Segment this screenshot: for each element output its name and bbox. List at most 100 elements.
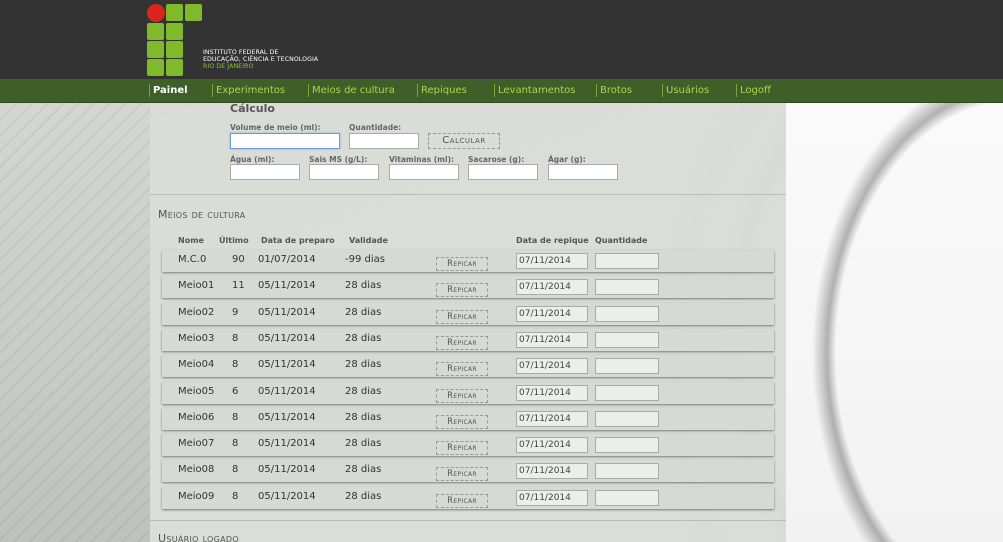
quantidade-row-input[interactable]: [595, 437, 659, 454]
table-row: Meio03 8 05/11/2014 28 dias Repicar: [162, 328, 774, 351]
repicar-button[interactable]: Repicar: [436, 414, 488, 429]
quantidade-row-input[interactable]: [595, 410, 659, 427]
agar-input[interactable]: [548, 164, 618, 180]
cell-ultimo: 8: [232, 332, 239, 344]
quantidade-row-input[interactable]: [595, 358, 659, 375]
repicar-button[interactable]: Repicar: [436, 493, 488, 508]
data-repique-input[interactable]: [516, 489, 588, 506]
cell-nome: Meio02: [178, 306, 215, 318]
cell-data-preparo: 05/11/2014: [258, 280, 316, 292]
table-row: Meio05 6 05/11/2014 28 dias Repicar: [162, 381, 774, 404]
nav-experimentos[interactable]: Experimentos: [212, 84, 285, 97]
table-row: Meio01 11 05/11/2014 28 dias Repicar: [162, 276, 774, 299]
logo-square: [166, 23, 183, 40]
nav-logoff[interactable]: Logoff: [736, 84, 771, 97]
quantidade-row-input[interactable]: [595, 305, 659, 322]
data-repique-input[interactable]: [516, 384, 588, 401]
cell-ultimo: 8: [232, 438, 239, 450]
table-row: Meio04 8 05/11/2014 28 dias Repicar: [162, 355, 774, 378]
data-repique-input[interactable]: [516, 331, 588, 348]
logo-square: [166, 4, 183, 21]
data-repique-input[interactable]: [516, 358, 588, 375]
quantidade-row-input[interactable]: [595, 463, 659, 480]
nav-repiques[interactable]: Repiques: [417, 84, 467, 97]
sacarose-label: Sacarose (g):: [468, 155, 525, 164]
quantidade-row-input[interactable]: [595, 331, 659, 348]
cell-data-preparo: 05/11/2014: [258, 411, 316, 423]
logo-square: [147, 41, 164, 58]
col-header-quantidade: Quantidade: [595, 236, 648, 245]
background-left: [0, 103, 150, 542]
agar-label: Ágar (g):: [548, 155, 586, 164]
data-repique-input[interactable]: [516, 253, 588, 269]
cell-data-preparo: 05/11/2014: [258, 438, 316, 450]
vitaminas-input[interactable]: [389, 164, 459, 180]
cell-nome: Meio03: [178, 332, 215, 344]
repicar-button[interactable]: Repicar: [436, 441, 488, 456]
nav-levantamentos[interactable]: Levantamentos: [494, 84, 575, 97]
nav-usuarios[interactable]: Usuários: [662, 84, 709, 97]
logo-text: INSTITUTO FEDERAL DE EDUCAÇÃO, CIÊNCIA E…: [203, 49, 318, 70]
data-repique-input[interactable]: [516, 463, 588, 480]
table-row: Meio07 8 05/11/2014 28 dias Repicar: [162, 434, 774, 457]
usuario-section-title: Usuário logado: [158, 532, 239, 542]
nav-painel[interactable]: Painel: [149, 84, 188, 97]
cell-data-preparo: 05/11/2014: [258, 464, 316, 476]
cell-nome: Meio05: [178, 385, 215, 397]
nav-meios-de-cultura[interactable]: Meios de cultura: [308, 84, 395, 97]
cell-validade: -99 dias: [345, 254, 385, 265]
main-nav: Painel Experimentos Meios de cultura Rep…: [0, 79, 1003, 103]
cell-nome: M.C.0: [178, 254, 207, 265]
cell-ultimo: 8: [232, 490, 239, 502]
cell-ultimo: 8: [232, 464, 239, 476]
quantidade-row-input[interactable]: [595, 253, 659, 269]
cell-data-preparo: 05/11/2014: [258, 490, 316, 502]
logo-square: [147, 59, 164, 76]
data-repique-input[interactable]: [516, 305, 588, 322]
cell-validade: 28 dias: [345, 464, 382, 476]
logo-square: [185, 4, 202, 21]
sais-ms-input[interactable]: [309, 164, 379, 180]
data-repique-input[interactable]: [516, 279, 588, 296]
quantidade-row-input[interactable]: [595, 384, 659, 401]
agua-input[interactable]: [230, 164, 300, 180]
volume-input[interactable]: [230, 133, 340, 149]
logo-text-line3: RIO DE JANEIRO: [203, 63, 254, 70]
cell-validade: 28 dias: [345, 438, 382, 450]
cell-ultimo: 6: [232, 385, 239, 397]
repicar-button[interactable]: Repicar: [436, 309, 488, 324]
repicar-button[interactable]: Repicar: [436, 467, 488, 482]
calcular-button[interactable]: Calcular: [428, 133, 500, 149]
sacarose-input[interactable]: [468, 164, 538, 180]
col-header-ultimo: Último: [219, 236, 249, 245]
ifrj-logo[interactable]: INSTITUTO FEDERAL DE EDUCAÇÃO, CIÊNCIA E…: [147, 4, 347, 76]
background-right: [786, 103, 1003, 542]
cell-ultimo: 8: [232, 359, 239, 371]
repicar-button[interactable]: Repicar: [436, 362, 488, 377]
cell-ultimo: 8: [232, 411, 239, 423]
cell-validade: 28 dias: [345, 490, 382, 502]
volume-label: Volume de meio (ml):: [230, 123, 321, 132]
quantidade-label: Quantidade:: [349, 123, 402, 132]
data-repique-input[interactable]: [516, 410, 588, 427]
cell-validade: 28 dias: [345, 411, 382, 423]
cell-ultimo: 9: [232, 306, 239, 318]
table-row: M.C.0 90 01/07/2014 -99 dias Repicar: [162, 250, 774, 272]
quantidade-input[interactable]: [349, 133, 419, 149]
meios-section-title: Meios de cultura: [158, 208, 246, 221]
repicar-button[interactable]: Repicar: [436, 335, 488, 350]
cell-ultimo: 90: [232, 254, 245, 265]
cell-validade: 28 dias: [345, 332, 382, 344]
col-header-nome: Nome: [178, 236, 204, 245]
nav-brotos[interactable]: Brotos: [596, 84, 632, 97]
repicar-button[interactable]: Repicar: [436, 283, 488, 298]
repicar-button[interactable]: Repicar: [436, 388, 488, 403]
data-repique-input[interactable]: [516, 437, 588, 454]
cell-nome: Meio04: [178, 359, 215, 371]
quantidade-row-input[interactable]: [595, 489, 659, 506]
quantidade-row-input[interactable]: [595, 279, 659, 296]
cell-nome: Meio08: [178, 464, 215, 476]
sais-ms-label: Sais MS (g/L):: [309, 155, 368, 164]
repicar-button[interactable]: Repicar: [436, 257, 488, 271]
col-header-data-repique: Data de repique: [516, 236, 589, 245]
